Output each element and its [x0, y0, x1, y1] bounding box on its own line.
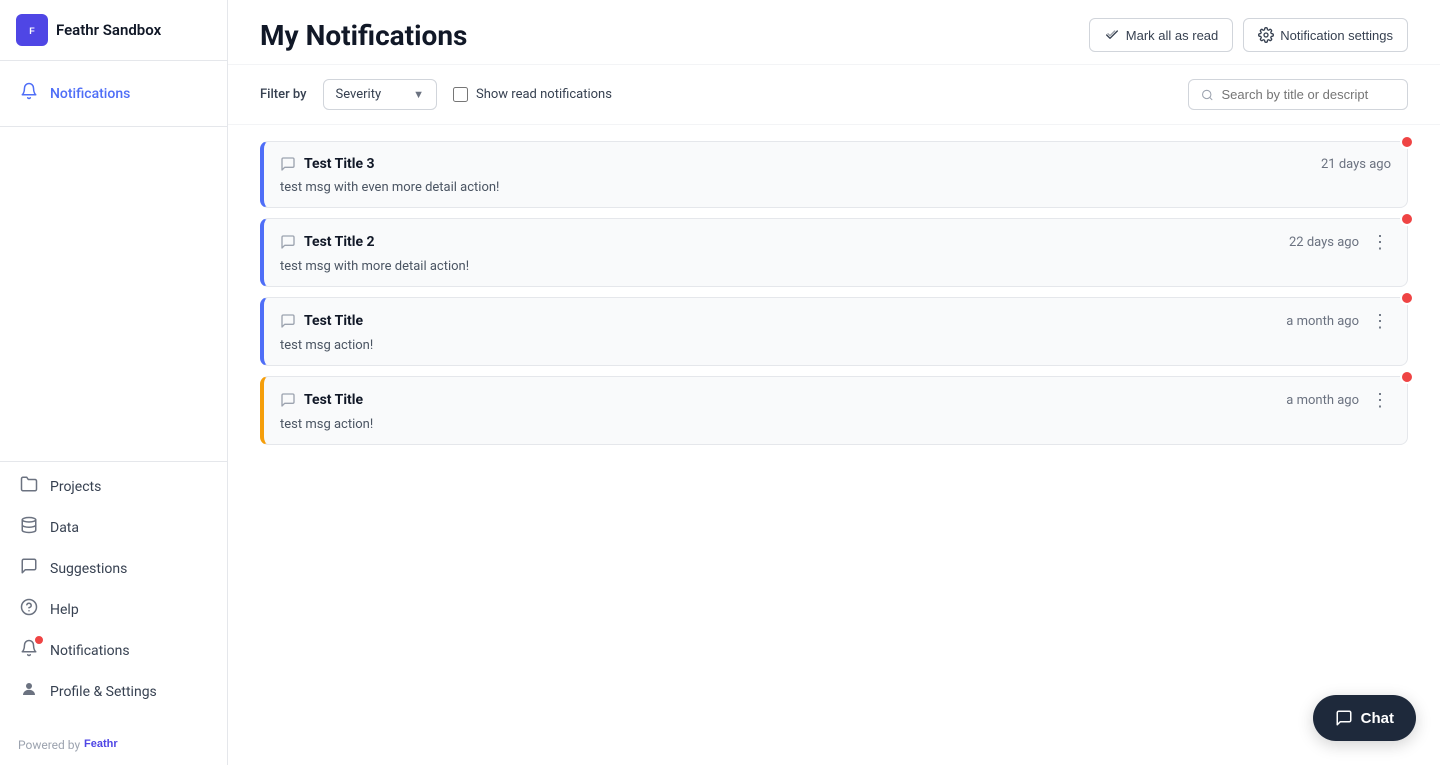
notification-menu-button-4[interactable]: ⋮	[1369, 391, 1391, 409]
chat-icon	[1335, 709, 1353, 727]
search-icon	[1201, 88, 1214, 102]
message-icon-4	[280, 392, 296, 408]
notification-badge	[34, 635, 44, 645]
notification-card-3: Test Title a month ago ⋮ test msg action…	[260, 297, 1408, 366]
logo-icon: F	[16, 14, 48, 46]
sidebar-item-label: Projects	[50, 479, 101, 495]
sidebar-divider	[0, 461, 227, 462]
notification-card-1: Test Title 3 21 days ago test msg with e…	[260, 141, 1408, 208]
page-title: My Notifications	[260, 19, 467, 52]
sidebar-item-label: Profile & Settings	[50, 684, 157, 700]
notification-body-4: test msg action!	[280, 417, 1391, 432]
notification-body-2: test msg with more detail action!	[280, 259, 1391, 274]
help-circle-icon	[18, 598, 40, 621]
notification-title-3: Test Title	[304, 313, 363, 329]
notification-title-1: Test Title 3	[304, 156, 375, 172]
folder-icon	[18, 475, 40, 498]
notification-settings-button[interactable]: Notification settings	[1243, 18, 1408, 52]
unread-dot-4	[1400, 370, 1414, 384]
show-read-text: Show read notifications	[476, 87, 612, 102]
sidebar-footer: Powered by Feathr	[0, 724, 227, 765]
unread-dot-3	[1400, 291, 1414, 305]
notification-settings-label: Notification settings	[1280, 28, 1393, 43]
sidebar-logo-text: Feathr Sandbox	[56, 21, 161, 39]
sidebar-item-projects[interactable]: Projects	[0, 466, 227, 507]
database-icon	[18, 516, 40, 539]
settings-icon	[1258, 27, 1274, 43]
bell-icon	[18, 82, 40, 105]
mark-all-read-button[interactable]: Mark all as read	[1089, 18, 1233, 52]
sidebar-item-profile[interactable]: Profile & Settings	[0, 671, 227, 712]
notification-body-1: test msg with even more detail action!	[280, 180, 1391, 195]
unread-dot-2	[1400, 212, 1414, 226]
main-content: My Notifications Mark all as read Notifi…	[228, 0, 1440, 765]
show-read-checkbox[interactable]	[453, 87, 468, 102]
severity-filter[interactable]: Severity ▼	[323, 79, 438, 110]
footer-brand: Feathr	[84, 736, 126, 753]
notification-title-4: Test Title	[304, 392, 363, 408]
filter-bar: Filter by Severity ▼ Show read notificat…	[228, 65, 1440, 125]
sidebar-item-help[interactable]: Help	[0, 589, 227, 630]
notification-time-4: a month ago	[1286, 393, 1359, 408]
notification-time-3: a month ago	[1286, 314, 1359, 329]
notification-time-1: 21 days ago	[1321, 157, 1391, 172]
chat-label: Chat	[1361, 710, 1394, 727]
sidebar-item-suggestions[interactable]: Suggestions	[0, 548, 227, 589]
sidebar: F Feathr Sandbox Notifications Projec	[0, 0, 228, 765]
header-actions: Mark all as read Notification settings	[1089, 18, 1408, 52]
page-header: My Notifications Mark all as read Notifi…	[228, 0, 1440, 65]
sidebar-item-label: Notifications	[50, 643, 130, 659]
bell-icon-nav	[18, 639, 40, 662]
chevron-down-icon: ▼	[413, 88, 424, 101]
notification-time-2: 22 days ago	[1289, 235, 1359, 250]
message-icon-1	[280, 156, 296, 172]
message-icon-2	[280, 234, 296, 250]
severity-filter-value: Severity	[336, 87, 382, 102]
sidebar-nav-bottom: Projects Data Suggestions	[0, 445, 227, 724]
check-all-icon	[1104, 27, 1120, 43]
notification-title-2: Test Title 2	[304, 234, 375, 250]
notification-menu-button-3[interactable]: ⋮	[1369, 312, 1391, 330]
message-icon-3	[280, 313, 296, 329]
notification-card-4: Test Title a month ago ⋮ test msg action…	[260, 376, 1408, 445]
notification-body-3: test msg action!	[280, 338, 1391, 353]
svg-text:F: F	[29, 26, 35, 36]
notifications-list: Test Title 3 21 days ago test msg with e…	[228, 125, 1440, 471]
show-read-label[interactable]: Show read notifications	[453, 87, 612, 102]
filter-label: Filter by	[260, 87, 307, 102]
notification-menu-button-2[interactable]: ⋮	[1369, 233, 1391, 251]
sidebar-item-notifications[interactable]: Notifications	[0, 630, 227, 671]
sidebar-item-data[interactable]: Data	[0, 507, 227, 548]
chat-button[interactable]: Chat	[1313, 695, 1416, 741]
sidebar-item-notifications-top[interactable]: Notifications	[0, 73, 227, 114]
sidebar-nav-top: Notifications	[0, 61, 227, 127]
sidebar-item-label: Suggestions	[50, 561, 127, 577]
mark-all-read-label: Mark all as read	[1126, 28, 1218, 43]
sidebar-item-label: Notifications	[50, 86, 130, 102]
search-box[interactable]	[1188, 79, 1408, 110]
sidebar-item-label: Help	[50, 602, 79, 618]
unread-dot-1	[1400, 135, 1414, 149]
footer-text: Powered by	[18, 738, 80, 752]
sidebar-item-label: Data	[50, 520, 79, 536]
message-square-icon	[18, 557, 40, 580]
notification-card-2: Test Title 2 22 days ago ⋮ test msg with…	[260, 218, 1408, 287]
search-input[interactable]	[1222, 87, 1395, 102]
avatar-icon	[18, 680, 40, 703]
sidebar-logo[interactable]: F Feathr Sandbox	[0, 0, 227, 61]
svg-text:Feathr: Feathr	[84, 738, 118, 750]
